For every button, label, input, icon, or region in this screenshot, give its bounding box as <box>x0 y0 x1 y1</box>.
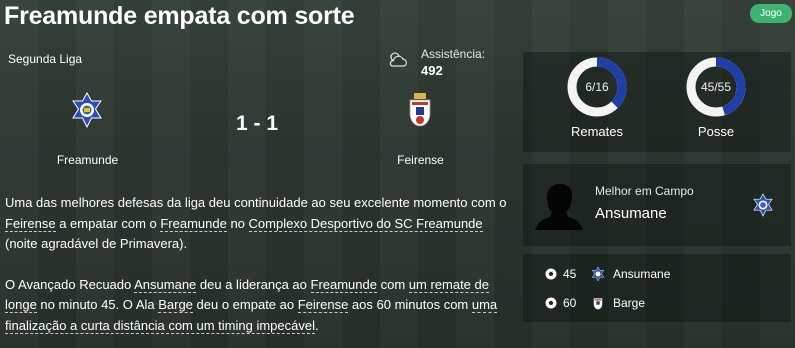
report-text: aos 60 minutos com <box>348 297 472 312</box>
goals-panel <box>523 254 791 322</box>
best-player-name[interactable]: Ansumane <box>595 205 667 222</box>
news-headline: Freamunde empata com sorte <box>4 2 355 30</box>
report-text: O Avançado Recuado <box>5 276 135 292</box>
link-stadium[interactable]: Complexo Desportivo do SC Freamunde <box>248 215 483 232</box>
goal-scorer[interactable]: Ansumane <box>613 267 670 281</box>
attendance-value: 492 <box>421 63 443 78</box>
shots-value: 6/16 <box>585 80 609 94</box>
competition-label[interactable]: Segunda Liga <box>8 52 82 66</box>
report-text: deu o empate ao <box>192 297 298 312</box>
report-paragraph-2: O Avançado Recuado Ansumane deu a lidera… <box>5 275 510 337</box>
match-badge[interactable]: Jogo <box>750 4 792 23</box>
link-player-barge[interactable]: Barge <box>158 297 193 313</box>
report-text: (noite agradável de Primavera). <box>5 236 188 251</box>
report-text: a empatar com o <box>55 215 161 231</box>
match-report: Uma das melhores defesas da liga deu con… <box>5 193 510 348</box>
home-team-name[interactable]: Freamunde <box>30 153 145 167</box>
feirense-crest-icon[interactable] <box>407 92 433 130</box>
feirense-crest-icon <box>593 298 603 310</box>
freamunde-crest-icon <box>591 266 605 282</box>
goal-scorer[interactable]: Barge <box>613 296 645 310</box>
football-icon <box>545 297 557 309</box>
football-icon <box>545 268 557 280</box>
report-text: deu a liderança ao <box>196 276 311 292</box>
link-feirense[interactable]: Feirense <box>5 215 56 232</box>
goal-minute: 45 <box>563 267 577 281</box>
possession-value: 45/55 <box>700 80 732 94</box>
report-text: com <box>376 276 409 292</box>
freamunde-crest-icon[interactable] <box>70 92 104 128</box>
match-score: 1 - 1 <box>235 112 279 135</box>
link-freamunde[interactable]: Freamunde <box>160 215 227 232</box>
report-text: no <box>226 215 249 231</box>
player-silhouette-avatar[interactable] <box>533 178 585 230</box>
shots-label: Remates <box>570 124 624 139</box>
link-player-ansumane[interactable]: Ansumane <box>134 276 197 293</box>
possession-label: Posse <box>697 124 735 139</box>
link-feirense[interactable]: Feirense <box>297 297 349 313</box>
best-player-label: Melhor em Campo <box>595 184 694 198</box>
report-text: no minuto 45. O Ala <box>36 297 159 312</box>
report-text: . <box>314 317 319 333</box>
link-freamunde[interactable]: Freamunde <box>310 276 377 293</box>
attendance-label: Assistência: <box>421 47 486 61</box>
goal-minute: 60 <box>563 296 577 310</box>
away-team-name[interactable]: Feirense <box>368 153 473 167</box>
freamunde-crest-icon[interactable] <box>752 193 774 217</box>
report-paragraph-1: Uma das melhores defesas da liga deu con… <box>5 193 510 255</box>
cloudy-icon <box>389 52 407 67</box>
report-text: Uma das melhores defesas da liga deu con… <box>5 195 507 210</box>
